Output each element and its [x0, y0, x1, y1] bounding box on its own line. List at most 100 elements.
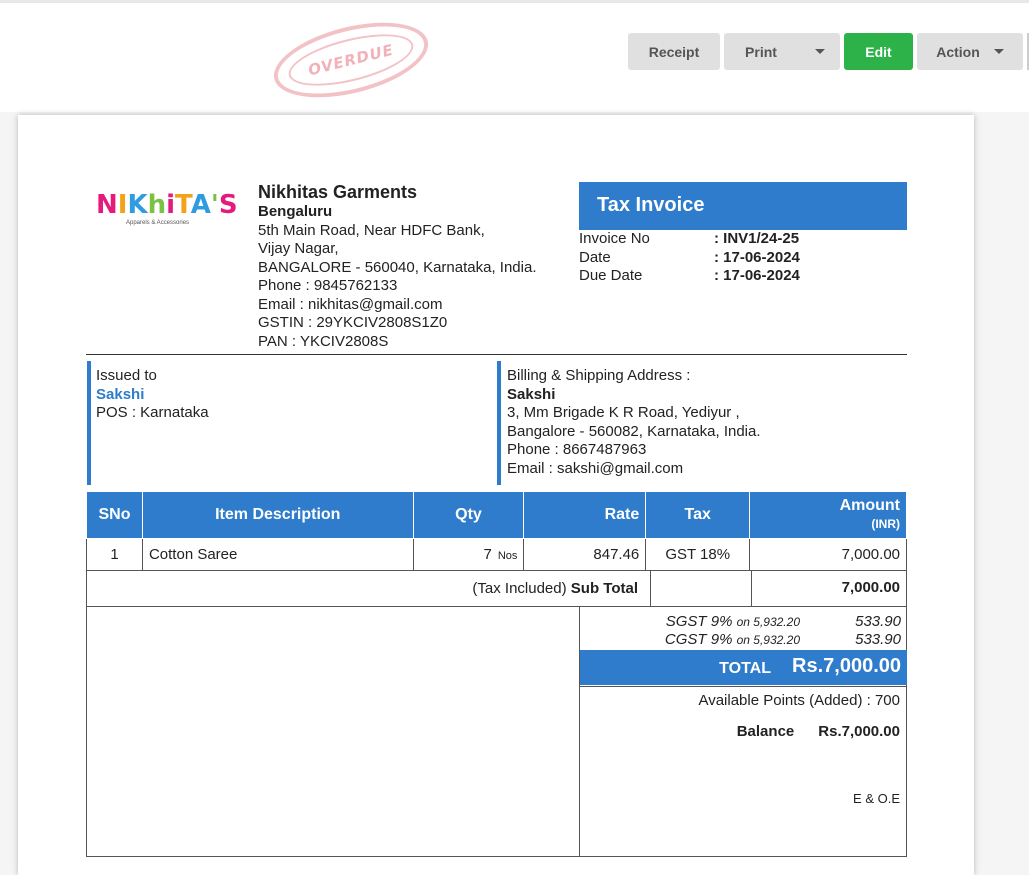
company-line: 5th Main Road, Near HDFC Bank,: [258, 221, 485, 239]
billing-email: Email : sakshi@gmail.com: [507, 459, 684, 477]
overdue-stamp: OVERDUE: [266, 8, 436, 112]
items-table: SNo Item Description Qty Rate Tax Amount…: [86, 491, 907, 571]
cell-tax: GST 18%: [645, 538, 751, 571]
logo-letter: ': [210, 190, 219, 220]
company-phone: Phone : 9845762133: [258, 277, 398, 294]
company-gstin: GSTIN : 29YKCIV2808S1Z0: [258, 314, 448, 331]
meta-value: : 17-06-2024: [714, 267, 800, 284]
edit-button[interactable]: Edit: [844, 33, 913, 70]
cgst-rate: CGST 9%: [664, 631, 733, 648]
cell-amount: 7,000.00: [749, 538, 907, 571]
cgst-value: 533.90: [855, 631, 901, 648]
issued-accent-bar: [87, 361, 91, 485]
billing-address-block: Billing & Shipping Address : Sakshi 3, M…: [507, 367, 761, 478]
billing-line: 3, Mm Brigade K R Road, Yediyur ,: [507, 404, 740, 421]
customer-name-link[interactable]: Sakshi: [96, 386, 209, 405]
eoe-note: E & O.E: [853, 791, 900, 806]
invoice-meta: Invoice No: INV1/24-25 Date: 17-06-2024 …: [579, 230, 800, 286]
amount-header-label: Amount: [839, 497, 900, 514]
sgst-base: on 5,932.20: [736, 615, 800, 629]
subtotal-value: 7,000.00: [841, 579, 900, 596]
top-toolbar: OVERDUE Receipt Print Edit Action: [0, 0, 1029, 112]
col-description: Item Description: [141, 491, 414, 539]
col-qty: Qty: [412, 491, 525, 539]
pos-text: POS : Karnataka: [96, 404, 209, 421]
meta-label: Date: [579, 248, 611, 266]
billing-name: Sakshi: [507, 385, 556, 403]
print-caret-icon: [814, 49, 825, 54]
col-sno: SNo: [86, 491, 143, 539]
company-line: Vijay Nagar,: [258, 240, 339, 257]
company-logo: NIKhiTA'S Apparels & Accessories: [96, 190, 238, 227]
sgst-rate: SGST 9%: [665, 613, 733, 630]
cell-description: Cotton Saree: [141, 538, 414, 571]
company-city: Bengaluru: [258, 203, 333, 220]
invoice-paper: NIKhiTA'S Apparels & Accessories Nikhita…: [18, 115, 974, 875]
billing-phone: Phone : 8667487963: [507, 441, 647, 458]
total-label: TOTAL: [719, 660, 771, 677]
print-label: Print: [745, 43, 777, 60]
header-divider: [86, 354, 907, 355]
issued-label: Issued to: [96, 367, 157, 384]
company-pan: PAN : YKCIV2808S: [258, 332, 389, 350]
logo-letter: N: [96, 190, 118, 220]
stamp-text: OVERDUE: [306, 40, 396, 80]
billing-accent-bar: [497, 361, 501, 485]
total-bar: TOTAL Rs.7,000.00: [580, 650, 907, 685]
company-details: Nikhitas Garments Bengaluru 5th Main Roa…: [258, 181, 537, 351]
amount-header-unit: (INR): [871, 517, 900, 531]
table-header-row: SNo Item Description Qty Rate Tax Amount…: [86, 491, 907, 539]
billing-line: Bangalore - 560082, Karnataka, India.: [507, 422, 761, 440]
table-row: 1 Cotton Saree 7 Nos 847.46 GST 18% 7,000…: [86, 538, 907, 571]
meta-value: : 17-06-2024: [714, 248, 800, 266]
subtotal-label: (Tax Included) Sub Total: [472, 580, 638, 597]
qty-value: 7: [483, 546, 492, 563]
balance-row: Balance Rs.7,000.00: [737, 723, 900, 740]
cgst-label: CGST 9% on 5,932.20: [580, 631, 800, 649]
tax-breakdown: SGST 9% on 5,932.20 533.90 CGST 9% on 5,…: [580, 613, 907, 649]
action-caret-icon: [993, 49, 1004, 54]
stamp-inner-ring: OVERDUE: [283, 24, 419, 96]
print-button[interactable]: Print: [724, 33, 840, 70]
balance-value: Rs.7,000.00: [818, 723, 900, 740]
sgst-value: 533.90: [855, 613, 901, 630]
meta-value: : INV1/24-25: [714, 230, 800, 247]
logo-letter: T: [175, 190, 191, 220]
cell-sno: 1: [86, 538, 143, 571]
company-name: Nikhitas Garments: [258, 182, 418, 202]
sgst-label: SGST 9% on 5,932.20: [580, 613, 800, 631]
meta-label: Invoice No: [579, 230, 650, 247]
invoice-due-row: Due Date : 17-06-2024: [579, 267, 800, 286]
issued-to-block: Issued to Sakshi POS : Karnataka: [96, 367, 209, 423]
total-underline: [580, 686, 907, 687]
balance-label: Balance: [736, 723, 795, 740]
subtotal-label-text: Sub Total: [570, 580, 638, 597]
invoice-date-row: Date : 17-06-2024: [579, 249, 800, 268]
cgst-base: on 5,932.20: [736, 633, 800, 647]
col-rate: Rate: [523, 491, 647, 539]
col-amount: Amount (INR): [749, 491, 907, 539]
logo-letter: K: [127, 190, 148, 220]
company-line: BANGALORE - 560040, Karnataka, India.: [258, 258, 537, 276]
col-tax: Tax: [645, 491, 751, 539]
cell-rate: 847.46: [523, 538, 647, 571]
logo-wordmark: NIKhiTA'S: [96, 190, 238, 220]
available-points: Available Points (Added) : 700: [698, 692, 900, 709]
action-label: Action: [936, 43, 980, 60]
billing-label: Billing & Shipping Address :: [507, 367, 691, 384]
subtotal-row: (Tax Included) Sub Total 7,000.00: [86, 571, 907, 607]
action-button[interactable]: Action: [917, 33, 1023, 70]
subtotal-divider: [751, 571, 752, 606]
logo-tagline: Apparels & Accessories: [126, 220, 190, 226]
invoice-title: Tax Invoice: [579, 182, 907, 230]
logo-letter: S: [218, 190, 238, 220]
logo-letter: I: [117, 190, 128, 220]
invoice-number-row: Invoice No : INV1/24-25: [579, 230, 800, 249]
logo-letter: i: [166, 190, 176, 220]
totals-section: SGST 9% on 5,932.20 533.90 CGST 9% on 5,…: [86, 606, 907, 857]
meta-label: Due Date: [579, 267, 643, 284]
receipt-button[interactable]: Receipt: [628, 33, 720, 70]
logo-letter: A: [190, 190, 211, 220]
qty-unit: Nos: [497, 550, 518, 562]
subtotal-divider: [650, 571, 651, 606]
